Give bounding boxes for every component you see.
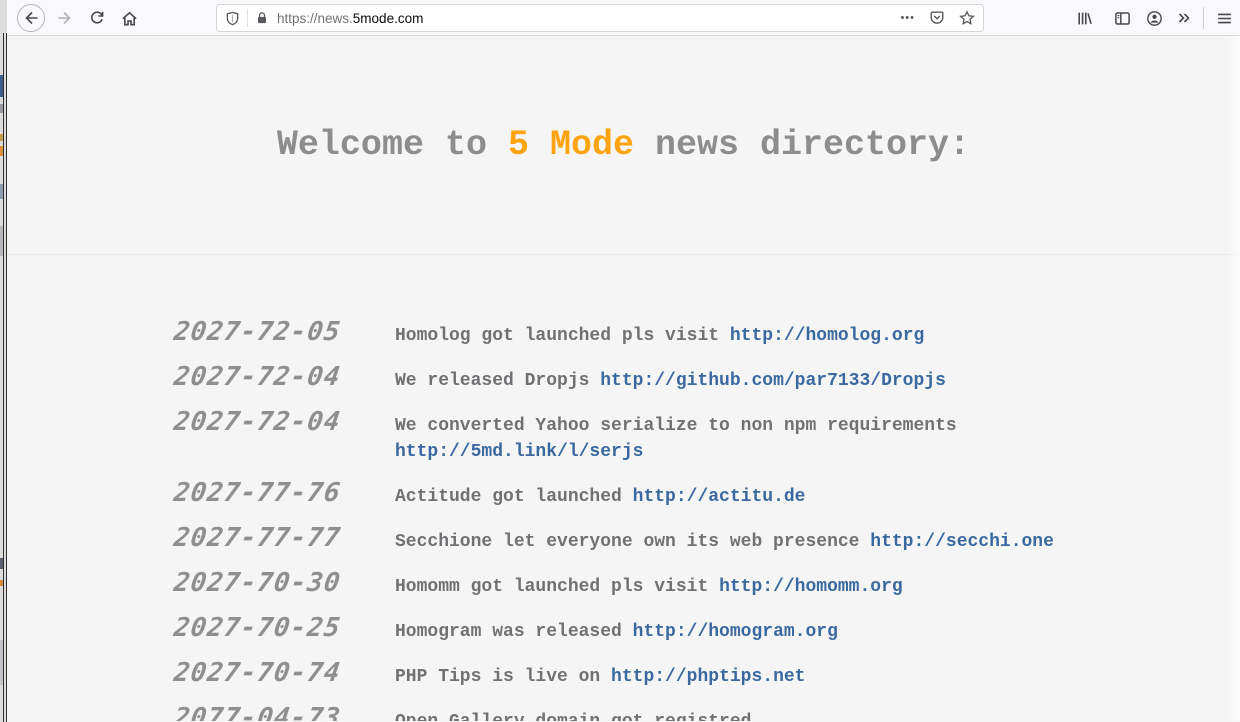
forward-button[interactable] <box>51 4 79 32</box>
back-button[interactable] <box>17 4 45 32</box>
back-arrow-icon <box>23 10 39 26</box>
bookmark-star-icon[interactable] <box>959 10 975 26</box>
news-text: Actitude got launched http://actitu.de <box>395 484 1085 510</box>
url-text[interactable]: https://news.5mode.com <box>277 11 900 26</box>
news-description: Homogram was released <box>395 622 633 642</box>
news-link[interactable]: http://phptips.net <box>611 667 805 687</box>
news-link[interactable]: http://github.com/par7133/Dropjs <box>600 371 946 391</box>
news-date: 2077-04-73 <box>172 703 399 721</box>
reload-button[interactable] <box>83 4 111 32</box>
news-description: Open Gallery domain got registred <box>395 712 751 721</box>
page-content: Welcome to 5 Mode news directory: 2027-7… <box>7 36 1240 721</box>
page-actions: ••• <box>900 10 975 26</box>
news-date: 2027-70-74 <box>172 658 399 688</box>
news-text: We released Dropjs http://github.com/par… <box>395 368 1085 394</box>
urlbar-separator <box>247 9 248 27</box>
toolbar-separator <box>1203 7 1204 29</box>
browser-toolbar: https://news.5mode.com ••• <box>7 0 1240 36</box>
news-row: 2027-70-74 PHP Tips is live on http://ph… <box>172 658 1240 690</box>
news-text: We converted Yahoo serialize to non npm … <box>395 413 1085 465</box>
account-person-icon <box>1146 10 1163 27</box>
news-description: PHP Tips is live on <box>395 667 611 687</box>
news-date: 2027-72-04 <box>172 362 399 392</box>
window-edge-line <box>3 33 4 722</box>
reload-icon <box>89 10 105 26</box>
news-row: 2027-72-04 We converted Yahoo serialize … <box>172 407 1240 465</box>
library-button[interactable] <box>1070 4 1098 32</box>
hero-section: Welcome to 5 Mode news directory: <box>7 36 1240 255</box>
news-row: 2077-04-73 Open Gallery domain got regis… <box>172 703 1240 721</box>
news-text: Homogram was released http://homogram.or… <box>395 619 1085 645</box>
menu-button[interactable] <box>1210 4 1238 32</box>
news-row: 2027-70-30 Homomm got launched pls visit… <box>172 568 1240 600</box>
news-date: 2027-77-77 <box>172 523 399 553</box>
window-edge-line <box>6 33 7 722</box>
news-link[interactable]: http://5md.link/l/serjs <box>395 442 643 462</box>
news-row: 2027-77-76 Actitude got launched http://… <box>172 478 1240 510</box>
url-scheme-subdomain: https://news. <box>277 11 353 26</box>
title-suffix: news directory: <box>634 125 970 165</box>
news-link[interactable]: http://secchi.one <box>870 532 1054 552</box>
sidebar-toggle-button[interactable] <box>1108 4 1136 32</box>
lock-icon[interactable] <box>255 11 269 25</box>
title-brand: 5 Mode <box>508 125 634 165</box>
double-chevron-icon <box>1176 10 1192 26</box>
news-link[interactable]: http://homomm.org <box>719 577 903 597</box>
pocket-icon[interactable] <box>929 10 945 26</box>
title-prefix: Welcome to <box>277 125 508 165</box>
forward-arrow-icon <box>57 10 73 26</box>
news-date: 2027-72-05 <box>172 317 399 347</box>
news-row: 2027-72-04 We released Dropjs http://git… <box>172 362 1240 394</box>
browser-window: https://news.5mode.com ••• <box>7 0 1240 722</box>
overflow-button[interactable] <box>1170 4 1198 32</box>
url-bar[interactable]: https://news.5mode.com ••• <box>216 4 984 32</box>
news-text: Homolog got launched pls visit http://ho… <box>395 323 1085 349</box>
news-date: 2027-72-04 <box>172 407 399 437</box>
news-description: Homomm got launched pls visit <box>395 577 719 597</box>
news-link[interactable]: http://homogram.org <box>633 622 838 642</box>
tracking-protection-shield-icon[interactable] <box>225 11 240 26</box>
news-link[interactable]: http://actitu.de <box>633 487 806 507</box>
background-window-sliver <box>0 0 7 722</box>
news-date: 2027-77-76 <box>172 478 399 508</box>
library-books-icon <box>1076 10 1093 27</box>
page-title: Welcome to 5 Mode news directory: <box>277 125 970 165</box>
news-text: Open Gallery domain got registred <box>395 709 1085 721</box>
sidebar-panel-icon <box>1114 10 1131 27</box>
news-row: 2027-77-77 Secchione let everyone own it… <box>172 523 1240 555</box>
hamburger-menu-icon <box>1216 10 1233 27</box>
home-button[interactable] <box>115 4 143 32</box>
news-row: 2027-70-25 Homogram was released http://… <box>172 613 1240 645</box>
news-text: Secchione let everyone own its web prese… <box>395 529 1085 555</box>
url-domain: 5mode.com <box>353 11 424 26</box>
news-row: 2027-72-05 Homolog got launched pls visi… <box>172 317 1240 349</box>
news-description: We released Dropjs <box>395 371 600 391</box>
account-button[interactable] <box>1140 4 1168 32</box>
page-actions-dots-icon[interactable]: ••• <box>900 12 915 24</box>
news-description: We converted Yahoo serialize to non npm … <box>395 416 968 436</box>
news-description: Secchione let everyone own its web prese… <box>395 532 870 552</box>
home-icon <box>121 10 138 27</box>
scroll-gutter <box>1228 36 1240 721</box>
news-text: PHP Tips is live on http://phptips.net <box>395 664 1085 690</box>
news-link[interactable]: http://homolog.org <box>730 326 924 346</box>
news-date: 2027-70-25 <box>172 613 399 643</box>
news-list: 2027-72-05 Homolog got launched pls visi… <box>7 317 1240 721</box>
news-description: Actitude got launched <box>395 487 633 507</box>
news-description: Homolog got launched pls visit <box>395 326 730 346</box>
news-text: Homomm got launched pls visit http://hom… <box>395 574 1085 600</box>
news-date: 2027-70-30 <box>172 568 399 598</box>
